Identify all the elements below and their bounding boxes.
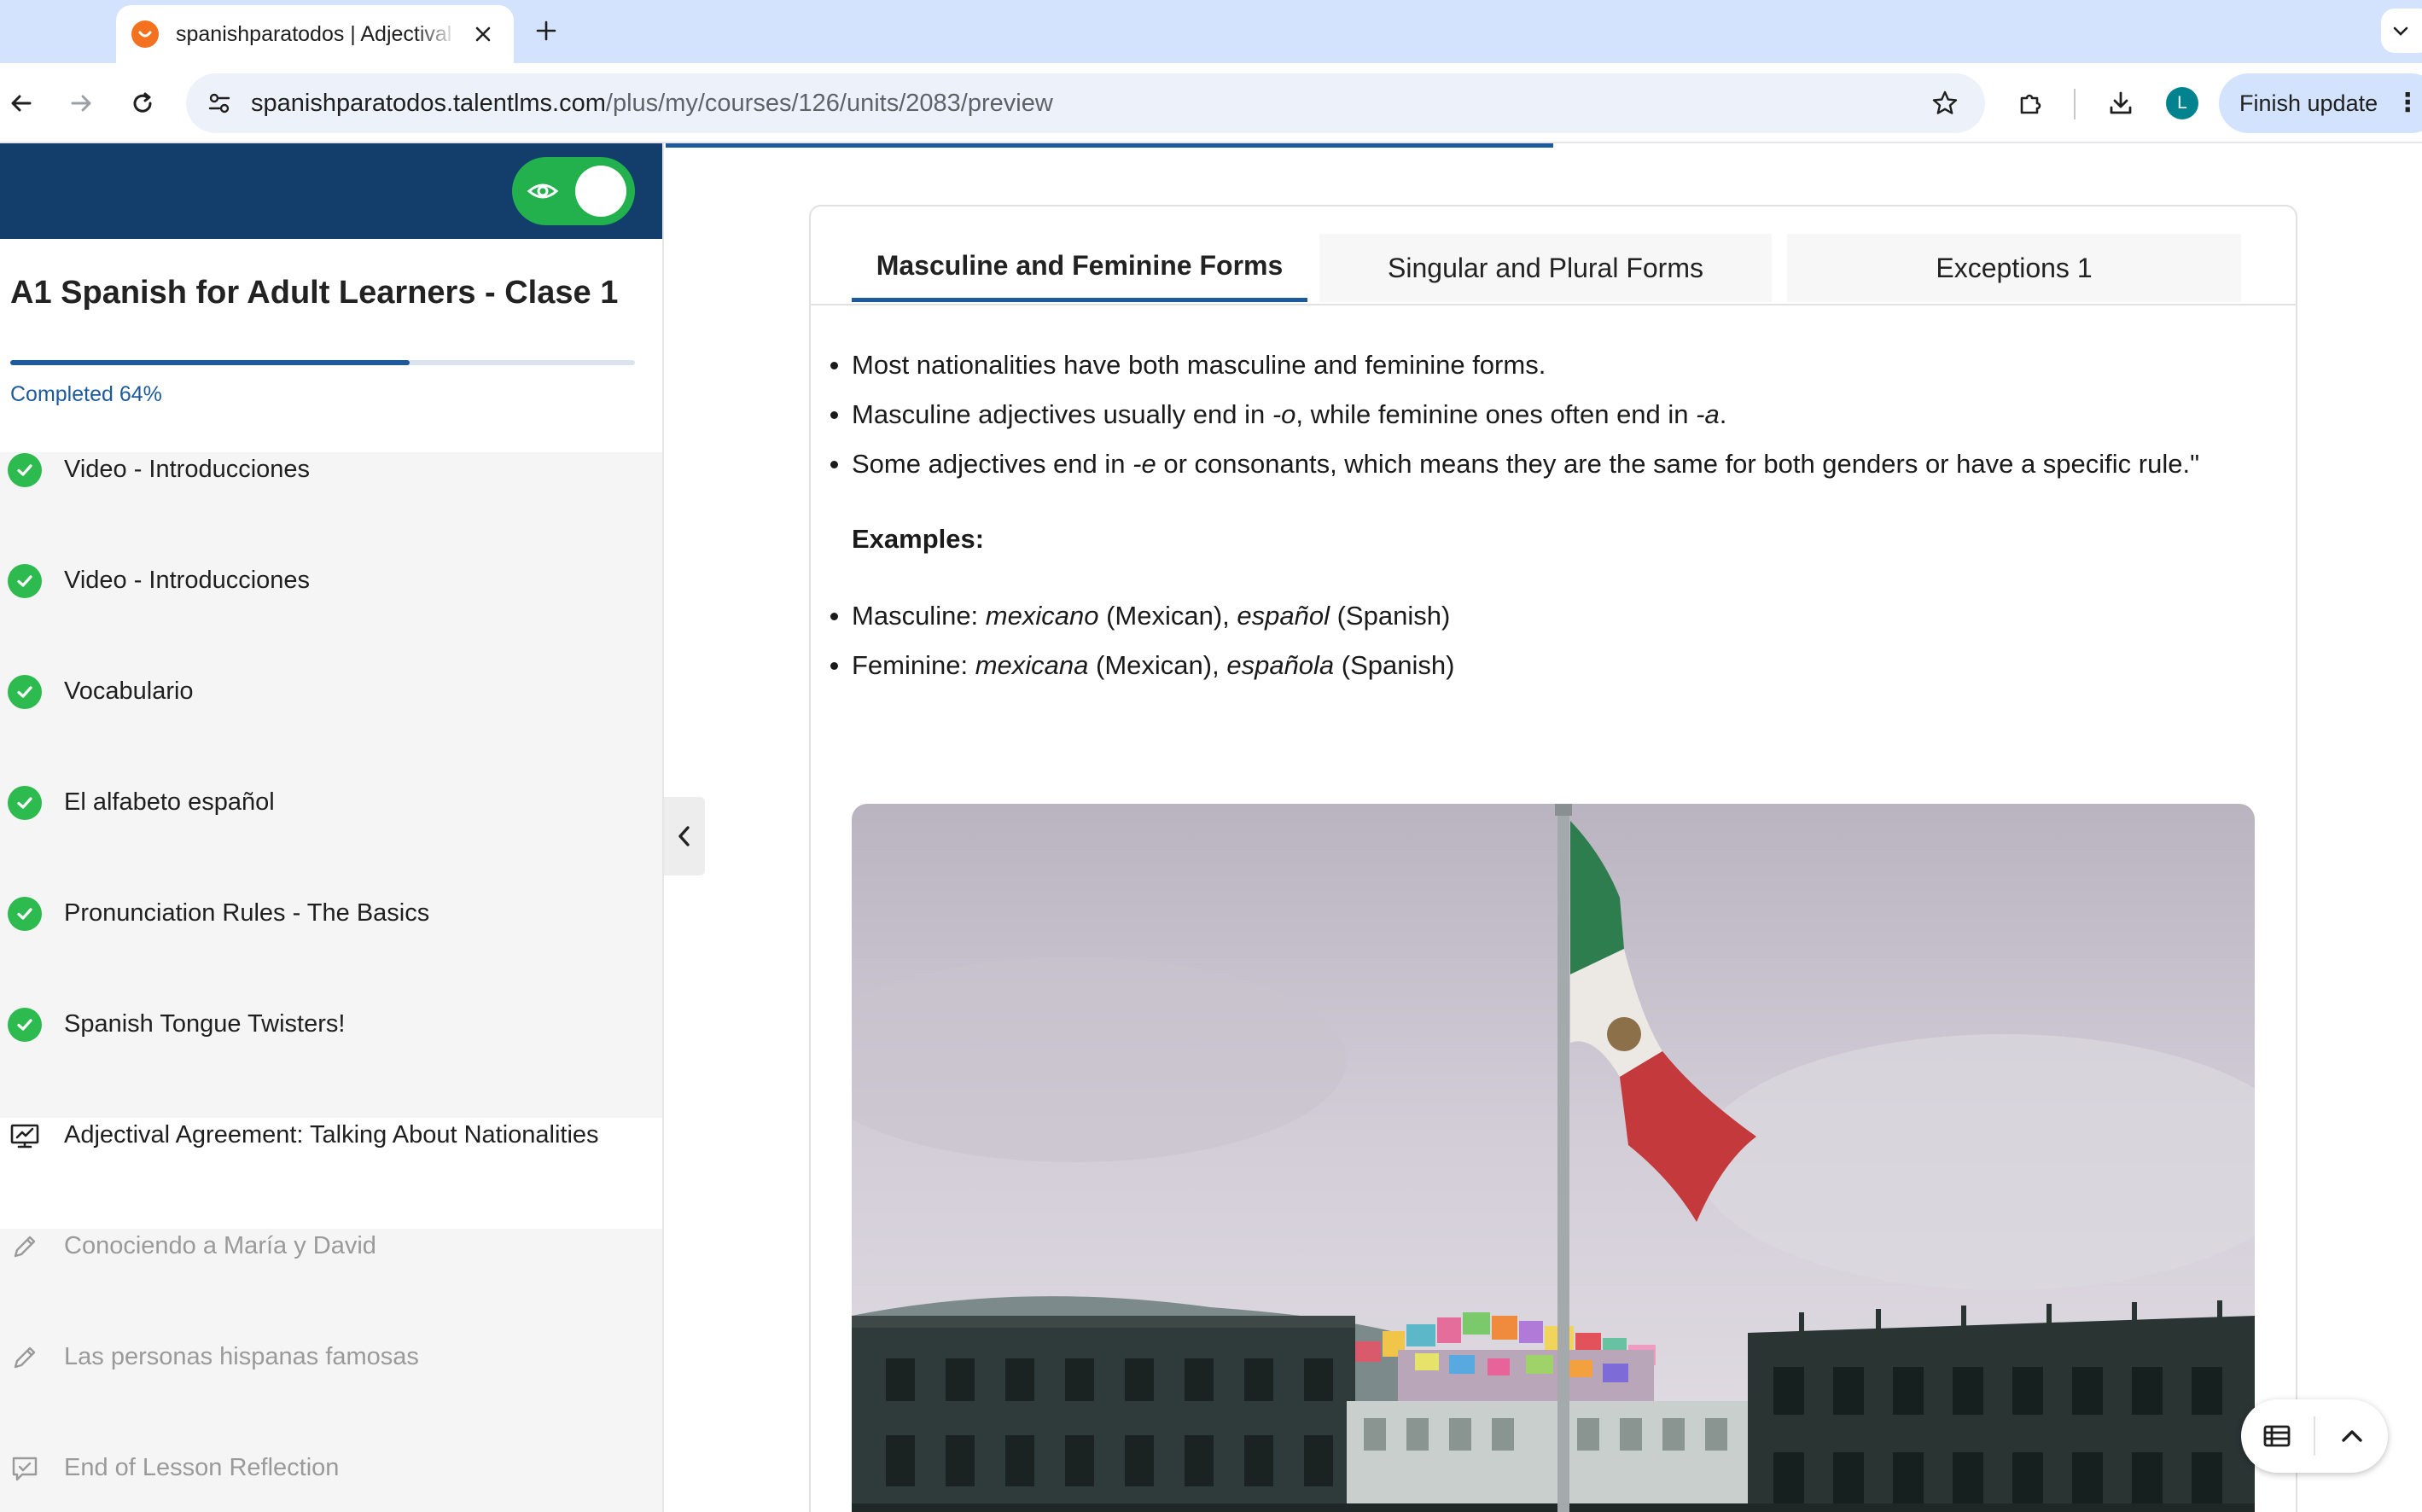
back-arrow-icon[interactable] <box>0 82 43 125</box>
check-circle-icon <box>7 785 43 821</box>
floating-divider <box>2314 1416 2315 1456</box>
tab-close-icon[interactable] <box>468 19 498 49</box>
course-title: A1 Spanish for Adult Learners - Clase 1 <box>10 275 619 311</box>
browser-toolbar: spanishparatodos.talentlms.com/plus/my/c… <box>0 63 2422 143</box>
forward-arrow-icon[interactable] <box>60 82 102 125</box>
check-circle-icon <box>7 896 43 932</box>
sidebar-unit-item[interactable]: Adjectival Agreement: Talking About Nati… <box>0 1118 662 1229</box>
unit-progress-indicator <box>666 143 1553 148</box>
chevron-left-icon <box>678 826 690 846</box>
bookmark-star-icon[interactable] <box>1924 82 1966 125</box>
completed-percent-label: Completed 64% <box>10 382 162 406</box>
list-item: Feminine: mexicana (Mexican), española (… <box>830 648 2268 698</box>
sidebar-unit-item[interactable]: Pronunciation Rules - The Basics <box>0 896 662 1007</box>
toolbar-divider <box>2074 89 2076 119</box>
sidebar-unit-item[interactable]: Las personas hispanas famosas <box>0 1340 662 1451</box>
sidebar-unit-label: Vocabulario <box>64 677 194 705</box>
unit-list: Video - Introducciones Video - Introducci… <box>0 452 662 1512</box>
browser-tab-strip: spanishparatodos | Adjectival Agreement <box>0 0 2422 63</box>
tab-masculine-feminine[interactable]: Masculine and Feminine Forms <box>852 234 1307 302</box>
table-of-contents-icon[interactable] <box>2258 1417 2296 1455</box>
url-text[interactable]: spanishparatodos.talentlms.com/plus/my/c… <box>251 73 1053 133</box>
tab-title: spanishparatodos | Adjectival Agreement <box>176 21 457 46</box>
sidebar-unit-label: El alfabeto español <box>64 788 275 816</box>
sidebar-unit-label: Conociendo a María y David <box>64 1232 376 1259</box>
sidebar-unit-item[interactable]: End of Lesson Reflection <box>0 1451 662 1512</box>
tab-singular-plural[interactable]: Singular and Plural Forms <box>1319 234 1772 302</box>
check-circle-icon <box>7 452 43 488</box>
sidebar-unit-label: Las personas hispanas famosas <box>64 1343 419 1370</box>
scroll-up-chevron-icon[interactable] <box>2333 1417 2371 1455</box>
course-progress-bar <box>10 360 635 365</box>
course-sidebar: A1 Spanish for Adult Learners - Clase 1 … <box>0 143 664 1512</box>
eye-icon <box>527 183 559 199</box>
sidebar-unit-label: Video - Introducciones <box>64 456 311 483</box>
tab-panel: Most nationalities have both masculine a… <box>830 348 2268 698</box>
sidebar-header <box>0 143 662 239</box>
pencil-icon <box>7 1229 43 1265</box>
examples-list: Masculine: mexicano (Mexican), español (… <box>830 599 2268 698</box>
course-summary: A1 Spanish for Adult Learners - Clase 1 <box>0 239 662 452</box>
sidebar-unit-item[interactable]: El alfabeto español <box>0 785 662 896</box>
sidebar-unit-label: Adjectival Agreement: Talking About Nati… <box>64 1121 599 1149</box>
list-item: Masculine: mexicano (Mexican), español (… <box>830 599 2268 648</box>
profile-avatar[interactable]: L <box>2166 87 2198 119</box>
pencil-icon <box>7 1340 43 1375</box>
extensions-puzzle-icon[interactable] <box>2009 82 2052 125</box>
reflection-icon <box>7 1451 43 1486</box>
sidebar-unit-label: Pronunciation Rules - The Basics <box>64 899 430 927</box>
preview-visibility-toggle[interactable] <box>512 157 635 225</box>
tab-exceptions-1[interactable]: Exceptions 1 <box>1787 234 2241 302</box>
finish-update-button[interactable]: Finish update ⋮ <box>2219 73 2422 133</box>
presentation-icon <box>7 1118 43 1154</box>
more-menu-icon[interactable]: ⋮ <box>2395 90 2420 116</box>
sidebar-unit-item[interactable]: Vocabulario <box>0 674 662 785</box>
site-favicon-icon <box>131 20 159 48</box>
sidebar-unit-item[interactable]: Conociendo a María y David <box>0 1229 662 1340</box>
toggle-knob <box>575 166 626 217</box>
sidebar-unit-label: End of Lesson Reflection <box>64 1454 340 1481</box>
content-card: Masculine and Feminine Forms Singular an… <box>809 205 2297 1512</box>
tab-search-chevron-icon[interactable] <box>2381 9 2422 53</box>
reload-icon[interactable] <box>121 82 164 125</box>
course-progress-fill <box>10 360 410 365</box>
new-tab-plus-icon[interactable] <box>527 12 565 49</box>
list-item: Masculine adjectives usually end in -o, … <box>830 398 2268 447</box>
sidebar-unit-label: Video - Introducciones <box>64 567 311 594</box>
sidebar-unit-item[interactable]: Video - Introducciones <box>0 452 662 563</box>
download-icon[interactable] <box>2099 82 2142 125</box>
content-tabs: Masculine and Feminine Forms Singular an… <box>811 206 2296 305</box>
check-circle-icon <box>7 674 43 710</box>
check-circle-icon <box>7 1007 43 1043</box>
floating-controls <box>2241 1399 2388 1473</box>
check-circle-icon <box>7 563 43 599</box>
sidebar-unit-item[interactable]: Video - Introducciones <box>0 563 662 674</box>
examples-heading: Examples: <box>852 524 985 554</box>
list-item: Some adjectives end in -e or consonants,… <box>830 447 2268 497</box>
browser-tab[interactable]: spanishparatodos | Adjectival Agreement <box>116 5 514 63</box>
address-bar[interactable]: spanishparatodos.talentlms.com/plus/my/c… <box>186 73 1985 133</box>
finish-update-label: Finish update <box>2239 90 2378 116</box>
mexican-flag-photo <box>852 804 2255 1512</box>
rules-list: Most nationalities have both masculine a… <box>830 348 2268 497</box>
sidebar-unit-label: Spanish Tongue Twisters! <box>64 1010 346 1038</box>
collapse-sidebar-button[interactable] <box>664 797 705 875</box>
site-info-tune-icon[interactable] <box>198 82 241 125</box>
list-item: Most nationalities have both masculine a… <box>830 348 2268 398</box>
sidebar-unit-item[interactable]: Spanish Tongue Twisters! <box>0 1007 662 1118</box>
